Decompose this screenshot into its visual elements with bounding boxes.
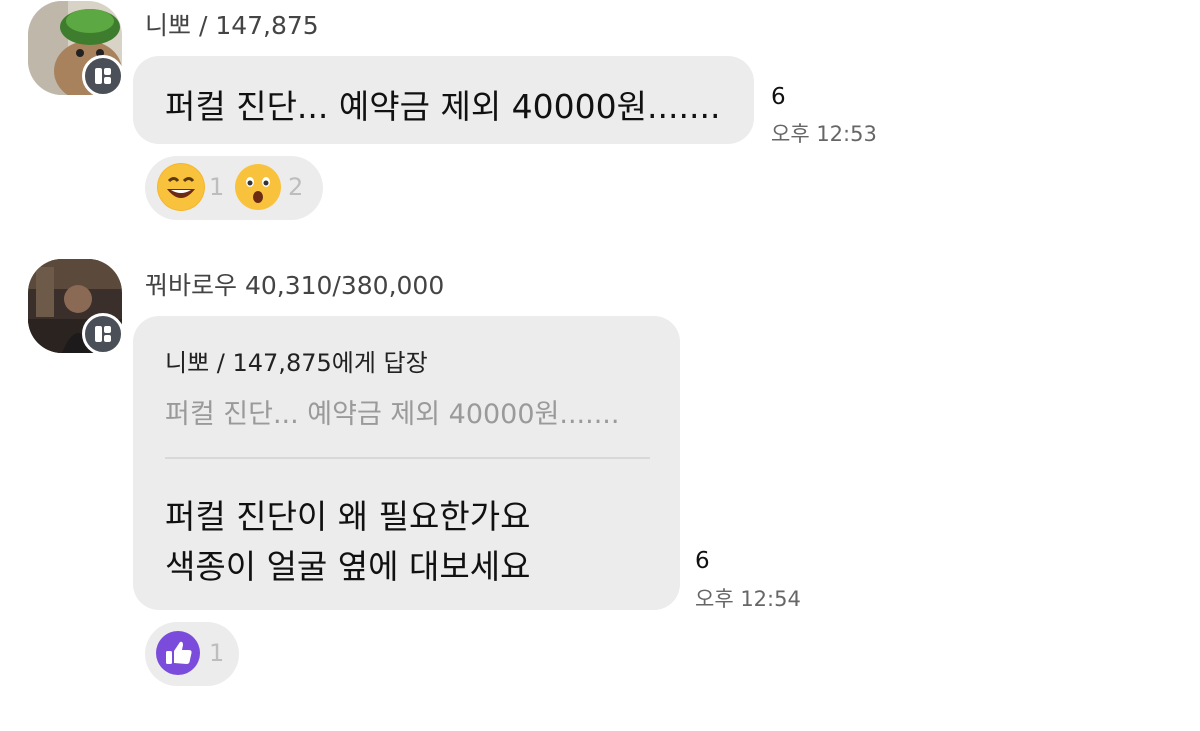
sender-name[interactable]: 꿔바로우 40,310/380,000 (145, 266, 444, 302)
thumbs-up-icon[interactable] (155, 630, 203, 678)
message-time: 오후 12:53 (771, 122, 877, 146)
message-time: 오후 12:54 (695, 587, 801, 611)
surprised-face-icon[interactable] (234, 163, 282, 211)
reaction-count: 1 (209, 173, 225, 201)
message-text: 퍼컬 진단... 예약금 제외 40000원....... (165, 87, 721, 126)
reaction-bar[interactable]: 1 2 (145, 156, 323, 220)
reaction-count: 2 (288, 173, 304, 201)
profile-badge-icon (82, 313, 124, 355)
profile-badge-icon (82, 55, 124, 97)
message-text-line-1: 퍼컬 진단이 왜 필요한가요 (165, 497, 531, 536)
reaction-count: 1 (209, 639, 225, 667)
quoted-message[interactable]: 퍼컬 진단... 예약금 제외 40000원....... (165, 392, 619, 431)
reply-message-bubble[interactable]: 니뽀 / 147,875에게 답장 퍼컬 진단... 예약금 제외 40000원… (133, 316, 680, 610)
sender-name[interactable]: 니뽀 / 147,875 (145, 6, 319, 42)
unread-count: 6 (771, 84, 786, 110)
grinning-face-icon[interactable] (157, 163, 205, 211)
reaction-bar[interactable]: 1 (145, 622, 239, 686)
message-bubble[interactable]: 퍼컬 진단... 예약금 제외 40000원....... (133, 56, 754, 144)
avatar-sender-2[interactable] (28, 259, 124, 355)
avatar-sender-1[interactable] (28, 1, 124, 97)
message-text-line-2: 색종이 얼굴 옆에 대보세요 (165, 547, 531, 586)
divider (165, 457, 650, 459)
unread-count: 6 (695, 548, 710, 574)
reply-to-label[interactable]: 니뽀 / 147,875에게 답장 (165, 343, 428, 378)
